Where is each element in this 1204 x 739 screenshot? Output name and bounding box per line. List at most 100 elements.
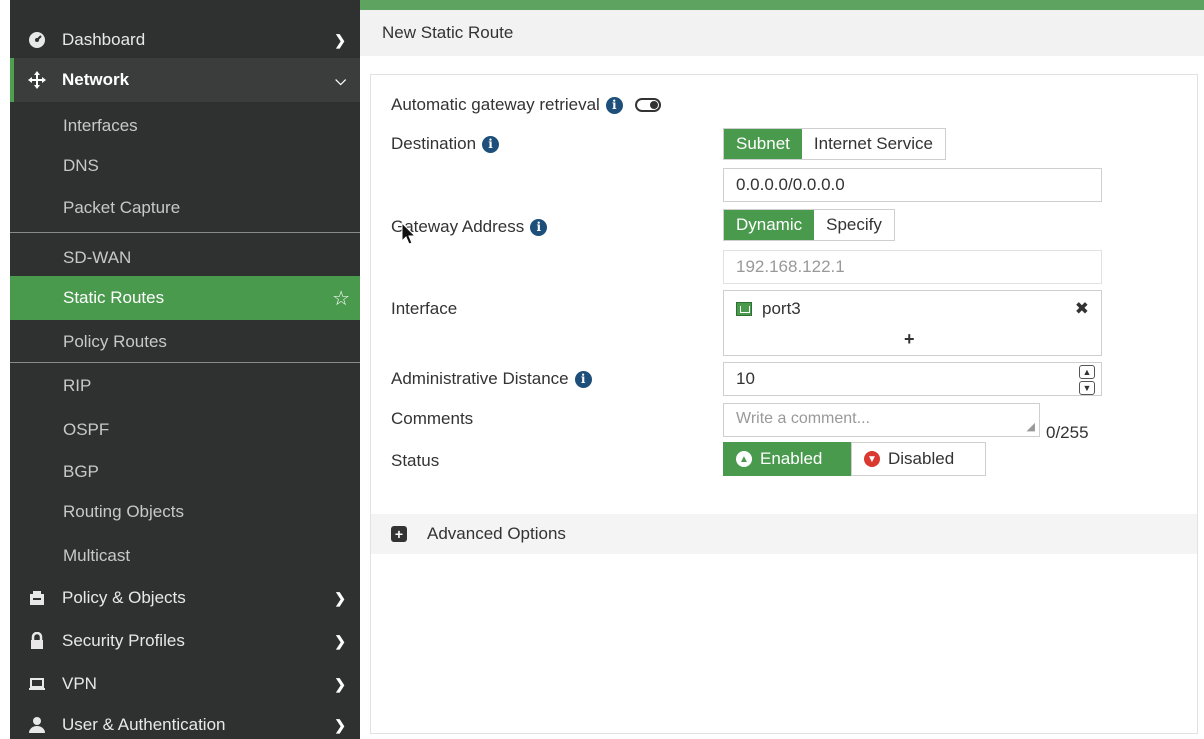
mouse-cursor-icon xyxy=(401,222,417,245)
status-label: Status xyxy=(391,451,440,470)
gateway-specify-option[interactable]: Specify xyxy=(814,210,894,240)
advanced-options-toggle[interactable]: + Advanced Options xyxy=(371,514,1197,554)
sidebar-item-label: VPN xyxy=(62,674,97,693)
sidebar-item-policy-objects[interactable]: Policy & Objects ❯ xyxy=(10,576,360,620)
dashboard-icon xyxy=(26,31,48,49)
sidebar-subitem-label: Interfaces xyxy=(63,116,138,135)
sidebar-item-vpn[interactable]: VPN ❯ xyxy=(10,662,360,706)
sidebar-item-label: Policy & Objects xyxy=(62,588,186,607)
destination-type-toggle: Subnet Internet Service xyxy=(723,128,946,160)
status-enabled-button[interactable]: ▲ Enabled xyxy=(723,442,851,476)
sidebar-subitem-ospf[interactable]: OSPF xyxy=(10,408,360,452)
info-icon[interactable]: i xyxy=(574,370,592,388)
stepper-down-icon[interactable]: ▼ xyxy=(1079,381,1095,395)
sidebar-subitem-label: BGP xyxy=(63,462,99,481)
arrow-up-circle-icon: ▲ xyxy=(736,451,752,467)
sidebar-subitem-label: Static Routes xyxy=(63,288,165,307)
sidebar-item-network[interactable]: Network ⌵ xyxy=(10,58,360,102)
arrow-down-circle-icon: ▼ xyxy=(864,451,880,467)
comments-textarea[interactable]: Write a comment... ◢ xyxy=(723,403,1040,437)
sidebar-item-user-authentication[interactable]: User & Authentication ❯ xyxy=(10,703,360,739)
sidebar-divider xyxy=(10,232,360,233)
destination-label-row: Destination i xyxy=(391,134,500,154)
resize-handle-icon[interactable]: ◢ xyxy=(1027,420,1035,433)
info-icon[interactable]: i xyxy=(482,135,500,153)
auto-gateway-toggle[interactable] xyxy=(634,98,661,112)
sidebar-item-label: User & Authentication xyxy=(62,715,226,734)
window-edge xyxy=(0,0,10,739)
admin-distance-label: Administrative Distance xyxy=(391,369,569,388)
sidebar-subitem-label: Routing Objects xyxy=(63,502,184,521)
admin-distance-label-row: Administrative Distance i xyxy=(391,369,592,389)
user-icon xyxy=(26,716,48,734)
sidebar-item-dashboard[interactable]: Dashboard ❯ xyxy=(10,18,360,62)
chevron-right-icon: ❯ xyxy=(334,716,346,733)
gateway-input: 192.168.122.1 xyxy=(723,250,1102,284)
admin-distance-input[interactable]: 10 ▲ ▼ xyxy=(723,362,1102,396)
laptop-icon xyxy=(26,675,48,693)
policy-icon xyxy=(26,589,48,607)
admin-distance-stepper: ▲ ▼ xyxy=(1079,365,1095,395)
sidebar-subitem-routing-objects[interactable]: Routing Objects xyxy=(10,490,360,534)
interface-label: Interface xyxy=(391,299,458,318)
remove-interface-icon[interactable]: ✖ xyxy=(1075,299,1089,319)
sidebar-subitem-label: SD-WAN xyxy=(63,248,132,267)
destination-internet-service-option[interactable]: Internet Service xyxy=(802,129,945,159)
status-enabled-label: Enabled xyxy=(760,449,823,468)
sidebar-item-label: Network xyxy=(62,70,130,89)
status-disabled-label: Disabled xyxy=(888,449,955,468)
chevron-right-icon: ❯ xyxy=(334,675,346,692)
sidebar-subitem-label: Packet Capture xyxy=(63,198,181,217)
admin-distance-value: 10 xyxy=(736,369,755,388)
stepper-up-icon[interactable]: ▲ xyxy=(1079,365,1095,379)
sidebar: Dashboard ❯ Network ⌵ Interfaces DNS Pac… xyxy=(10,0,360,739)
sidebar-subitem-sd-wan[interactable]: SD-WAN xyxy=(10,236,360,280)
interface-name: port3 xyxy=(762,299,801,318)
sidebar-divider xyxy=(10,362,360,363)
comments-placeholder: Write a comment... xyxy=(736,410,870,427)
status-disabled-button[interactable]: ▼ Disabled xyxy=(851,442,986,476)
add-interface-icon[interactable]: + xyxy=(904,329,915,350)
sidebar-subitem-packet-capture[interactable]: Packet Capture xyxy=(10,186,360,230)
auto-gateway-row: Automatic gateway retrieval i xyxy=(391,95,661,115)
chevron-down-icon: ⌵ xyxy=(335,71,346,88)
chevron-right-icon: ❯ xyxy=(334,31,346,48)
sidebar-subitem-static-routes[interactable]: Static Routes ☆ xyxy=(10,276,360,320)
sidebar-subitem-label: OSPF xyxy=(63,420,110,439)
advanced-options-label: Advanced Options xyxy=(427,524,566,543)
port-icon xyxy=(736,302,752,316)
sidebar-subitem-label: DNS xyxy=(63,156,99,175)
sidebar-item-label: Dashboard xyxy=(62,30,146,49)
network-move-icon xyxy=(26,70,48,90)
gateway-type-toggle: Dynamic Specify xyxy=(723,209,895,241)
comments-label: Comments xyxy=(391,409,474,428)
sidebar-item-security-profiles[interactable]: Security Profiles ❯ xyxy=(10,619,360,663)
destination-subnet-option[interactable]: Subnet xyxy=(724,129,802,159)
sidebar-subitem-policy-routes[interactable]: Policy Routes xyxy=(10,320,360,364)
sidebar-subitem-label: RIP xyxy=(63,376,92,395)
sidebar-subitem-label: Policy Routes xyxy=(63,332,167,351)
favorite-star-icon[interactable]: ☆ xyxy=(332,286,350,311)
sidebar-subitem-bgp[interactable]: BGP xyxy=(10,450,360,494)
sidebar-subitem-rip[interactable]: RIP xyxy=(10,364,360,408)
sidebar-item-label: Security Profiles xyxy=(62,631,185,650)
auto-gateway-label: Automatic gateway retrieval xyxy=(391,95,600,114)
comments-counter: 0/255 xyxy=(1046,423,1089,442)
gateway-dynamic-option[interactable]: Dynamic xyxy=(724,210,815,240)
chevron-right-icon: ❯ xyxy=(334,632,346,649)
sidebar-subitem-interfaces[interactable]: Interfaces xyxy=(10,104,360,148)
info-icon[interactable]: i xyxy=(605,96,623,114)
destination-input[interactable]: 0.0.0.0/0.0.0.0 xyxy=(723,168,1102,202)
sidebar-subitem-dns[interactable]: DNS xyxy=(10,144,360,188)
page-title: New Static Route xyxy=(360,10,1204,56)
lock-icon xyxy=(26,632,48,650)
chevron-right-icon: ❯ xyxy=(334,589,346,606)
sidebar-subitem-label: Multicast xyxy=(63,546,131,565)
info-icon[interactable]: i xyxy=(530,218,548,236)
interface-entry: port3 xyxy=(736,299,801,319)
interface-selector[interactable]: port3 ✖ + xyxy=(723,290,1102,356)
destination-label: Destination xyxy=(391,134,477,153)
accent-top-bar xyxy=(360,0,1204,10)
expand-plus-icon: + xyxy=(391,526,407,542)
sidebar-subitem-multicast[interactable]: Multicast xyxy=(10,534,360,578)
